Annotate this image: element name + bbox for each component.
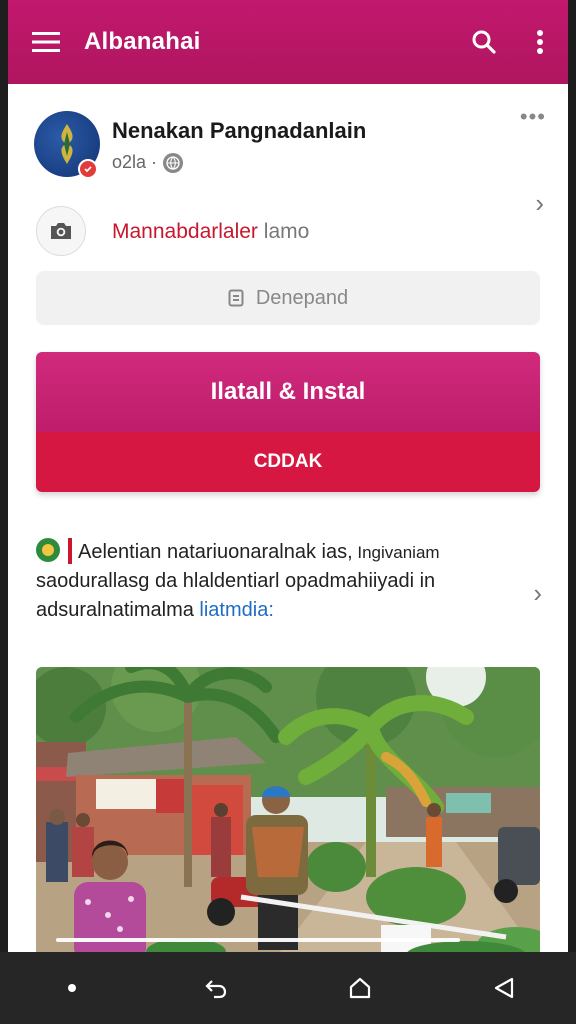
announcement-text[interactable]: Aelentian natariuonaralnak ias, Ingivani… — [36, 538, 506, 625]
village-scene-image — [36, 667, 540, 957]
app-bar: Albanahai — [8, 0, 568, 84]
menu-icon[interactable] — [8, 0, 84, 84]
accent-bar — [68, 538, 72, 564]
app-screen: Albanahai Nenakan Pangnadanlain o2la · •… — [8, 0, 568, 1024]
cdak-button[interactable]: CDDAK — [36, 432, 540, 492]
announcement-line1-small: Ingivaniam — [352, 543, 440, 562]
announcement-line2: saodurallasg da hlaldentiarl opadmahiiya… — [36, 570, 436, 592]
back-triangle-icon[interactable] — [464, 952, 544, 1024]
verified-badge-icon — [78, 159, 98, 179]
profile-meta: o2la · — [112, 152, 184, 173]
chevron-right-icon[interactable]: › — [535, 188, 544, 219]
system-nav-bar — [0, 952, 576, 1024]
profile-name[interactable]: Nenakan Pangnadanlain — [112, 118, 366, 144]
recents-dot-icon[interactable] — [32, 952, 112, 1024]
action-button-group: Ilatall & Instal CDDAK — [36, 352, 540, 492]
announcement-link[interactable]: liatmdia: — [199, 599, 273, 621]
post-as-name: Mannabdarlaler — [112, 220, 258, 243]
post-as-suffix: lamo — [257, 220, 310, 243]
screen-edge — [568, 0, 576, 1024]
village-photo[interactable] — [36, 667, 540, 957]
back-arrow-icon[interactable] — [176, 952, 256, 1024]
demand-input[interactable]: Denepand — [36, 271, 540, 325]
demand-placeholder: Denepand — [255, 286, 349, 309]
globe-icon — [163, 152, 184, 173]
camera-icon[interactable] — [36, 206, 86, 256]
profile-meta-text: o2la · — [112, 152, 158, 172]
post-options-button[interactable]: ••• — [520, 104, 546, 130]
home-icon[interactable] — [320, 952, 400, 1024]
chevron-right-icon[interactable]: › — [533, 578, 542, 609]
announcement-line1: Aelentian natariuonaralnak ias, — [78, 541, 353, 563]
logo-icon — [36, 538, 60, 562]
more-vertical-icon[interactable] — [512, 0, 568, 84]
install-button[interactable]: Ilatall & Instal — [36, 352, 540, 432]
media-progress-bar[interactable] — [56, 938, 460, 942]
search-icon[interactable] — [456, 0, 512, 84]
announcement-line3: adsuralnatimalma — [36, 599, 200, 621]
emblem-icon — [61, 124, 73, 164]
app-title: Albanahai — [84, 28, 201, 55]
post-as-label[interactable]: Mannabdarlaler lamo — [112, 220, 309, 244]
document-icon — [228, 289, 244, 307]
